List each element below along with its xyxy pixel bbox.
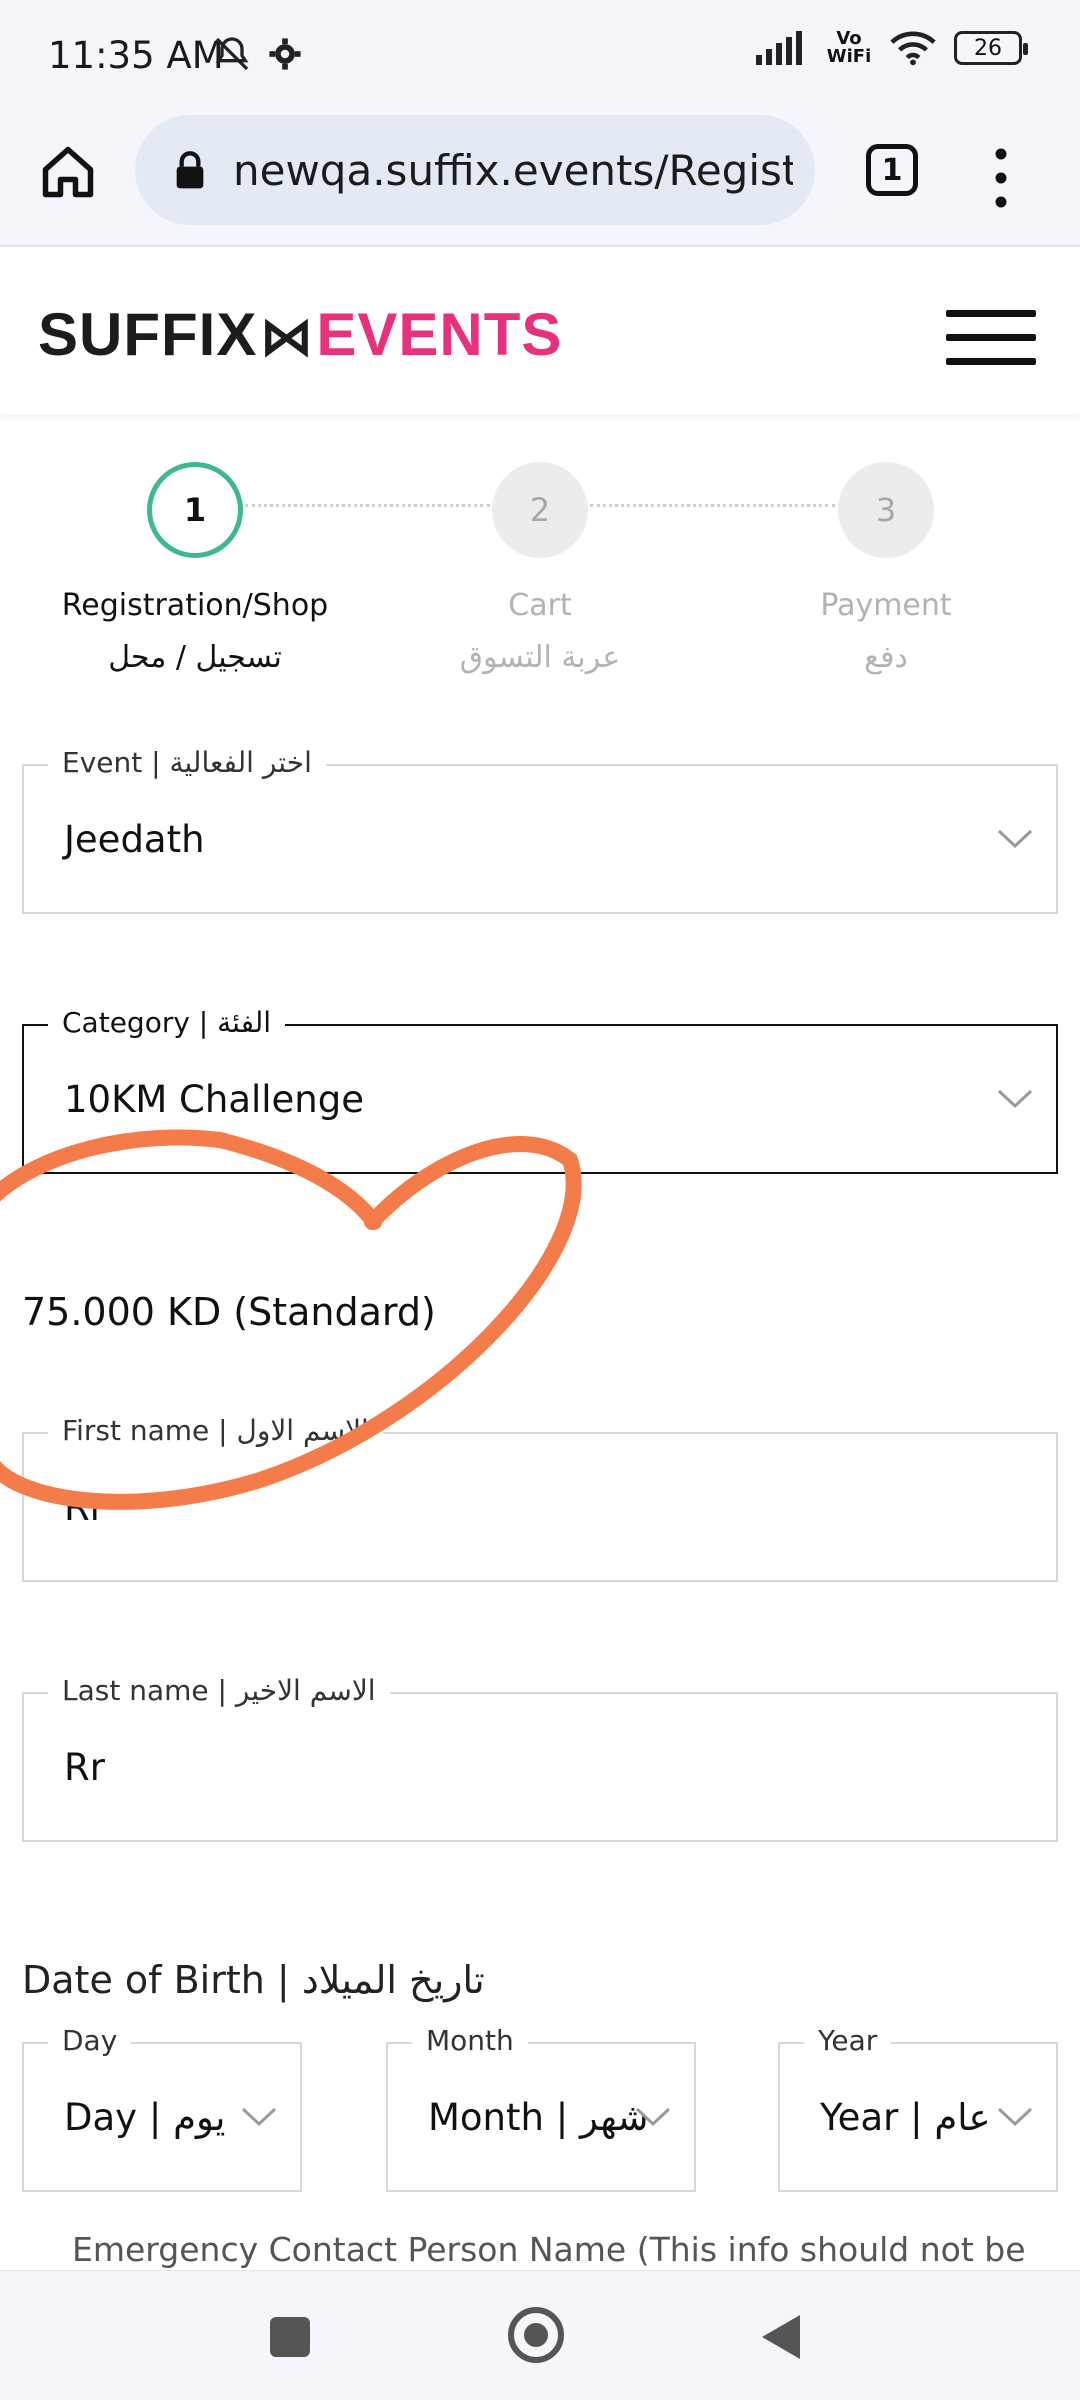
chevron-down-icon <box>997 829 1033 849</box>
status-bar: 11:35 AM Vo WiFi 26 <box>0 0 1080 112</box>
first-name-value: Rr <box>64 1485 105 1529</box>
event-select[interactable]: Event | اختر الفعالية Jeedath <box>22 746 1058 914</box>
lock-icon <box>176 151 204 189</box>
dob-title: Date of Birth | تاريخ الميلاد <box>22 1958 485 2002</box>
chevron-down-icon <box>997 2107 1033 2127</box>
battery-icon: 26 <box>954 31 1028 65</box>
address-bar[interactable]: newqa.suffix.events/Registra <box>135 115 815 225</box>
step-3-label-ar: دفع <box>864 640 908 675</box>
event-value: Jeedath <box>64 817 205 861</box>
day-select[interactable]: Day Day | يوم <box>22 2024 302 2192</box>
checkout-stepper: 1 2 3 Registration/Shop تسجيل / محل Cart… <box>0 414 1080 704</box>
back-icon[interactable] <box>762 2315 800 2359</box>
browser-toolbar: newqa.suffix.events/Registra 1 <box>0 112 1080 247</box>
step-1-label-ar: تسجيل / محل <box>108 640 282 675</box>
month-value: Month | شهر <box>428 2095 649 2139</box>
wifi-icon <box>890 31 936 66</box>
logo-events-text: EVENTS <box>316 301 563 368</box>
emergency-contact-label: Emergency Contact Person Name (This info… <box>72 2230 1026 2269</box>
site-logo[interactable]: SUFFIX⋈EVENTS <box>38 300 562 369</box>
logo-mark-icon: ⋈ <box>259 307 315 367</box>
vowifi-label: Vo WiFi <box>826 28 872 67</box>
system-nav-bar <box>0 2270 1080 2400</box>
site-header: SUFFIX⋈EVENTS <box>0 248 1080 414</box>
url-text: newqa.suffix.events/Registra <box>233 145 793 195</box>
category-value: 10KM Challenge <box>64 1077 365 1121</box>
bell-muted-icon <box>215 37 249 71</box>
first-name-field[interactable]: First name | الاسم الاول Rr <box>22 1414 1058 1582</box>
last-name-field[interactable]: Last name | الاسم الاخير Rr <box>22 1674 1058 1842</box>
more-options-icon[interactable] <box>995 148 1007 208</box>
logo-suffix-text: SUFFIX <box>38 301 258 368</box>
month-select[interactable]: Month Month | شهر <box>386 2024 696 2192</box>
gear-icon <box>269 38 301 70</box>
category-select[interactable]: Category | الفئة 10KM Challenge <box>22 1006 1058 1174</box>
year-value: Year | عام <box>820 2095 991 2139</box>
chevron-down-icon <box>241 2107 277 2127</box>
chevron-down-icon <box>997 1089 1033 1109</box>
step-2-label-ar: عربة التسوق <box>459 640 621 675</box>
recent-apps-icon[interactable] <box>270 2317 310 2357</box>
step-1-circle[interactable]: 1 <box>147 462 243 558</box>
step-1-label: Registration/Shop <box>61 588 329 623</box>
step-connector <box>245 504 490 507</box>
home-icon[interactable] <box>38 142 98 202</box>
day-value: Day | يوم <box>64 2095 226 2139</box>
step-2-circle[interactable]: 2 <box>492 462 588 558</box>
status-time: 11:35 AM <box>48 34 224 77</box>
step-3-label: Payment <box>820 588 952 623</box>
tab-switcher-button[interactable]: 1 <box>866 144 918 196</box>
step-3-circle[interactable]: 3 <box>838 462 934 558</box>
menu-icon[interactable] <box>946 310 1036 365</box>
home-nav-icon[interactable] <box>508 2307 564 2363</box>
step-2-label: Cart <box>508 588 572 623</box>
last-name-value: Rr <box>64 1745 105 1789</box>
battery-level: 26 <box>974 35 1002 61</box>
step-connector <box>590 504 835 507</box>
signal-icon <box>756 31 802 65</box>
year-select[interactable]: Year Year | عام <box>778 2024 1058 2192</box>
price-text: 75.000 KD (Standard) <box>22 1290 436 1334</box>
chevron-down-icon <box>635 2107 671 2127</box>
